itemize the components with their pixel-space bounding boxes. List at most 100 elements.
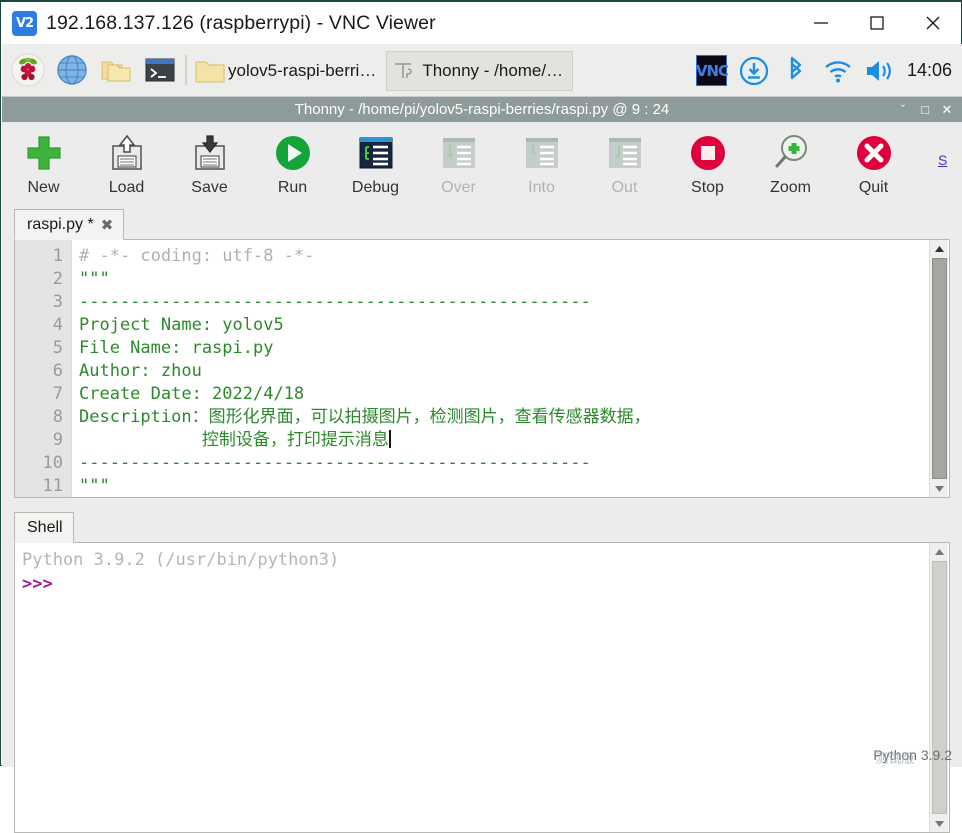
floppy-up-icon <box>103 129 151 177</box>
line-number: 8 <box>52 407 63 427</box>
code-line: File Name: raspi.py <box>79 338 274 358</box>
debug-button-label: Debug <box>351 179 400 196</box>
save-button[interactable]: Save <box>168 126 251 202</box>
scrollbar-thumb[interactable] <box>931 258 947 479</box>
shell-prompt: >>> <box>22 574 53 594</box>
code-line: Author: zhou <box>79 361 202 381</box>
line-number: 3 <box>52 292 63 312</box>
scroll-down-icon[interactable] <box>930 815 949 832</box>
wifi-icon[interactable] <box>817 44 859 97</box>
scrollbar-track[interactable] <box>930 560 949 815</box>
editor-body: 1 2 3 4 5 6 7 8 9 10 11 # -*- coding: ut… <box>14 240 950 498</box>
quit-button-label: Quit <box>858 179 889 196</box>
shell-body: Python 3.9.2 (/usr/bin/python3) >>> <box>14 543 950 833</box>
stop-button-label: Stop <box>691 179 724 196</box>
plus-icon <box>20 129 68 177</box>
editor-tab-raspi-py[interactable]: raspi.py * ✖ <box>14 209 125 240</box>
vnc-titlebar[interactable]: V2 192.168.137.126 (raspberrypi) - VNC V… <box>1 2 961 44</box>
code-line: Project Name: yolov5 <box>79 315 284 335</box>
task-thonny[interactable]: Thonny - /home/… <box>386 50 574 91</box>
code-line-text: 控制设备，打印提示消息 <box>79 430 389 450</box>
shell-tab[interactable]: Shell <box>14 512 74 543</box>
scroll-up-icon[interactable] <box>930 240 949 257</box>
taskbar-separator <box>185 55 187 85</box>
thonny-window-controls: ˇ □ ✕ <box>892 97 958 122</box>
line-number-gutter: 1 2 3 4 5 6 7 8 9 10 11 <box>15 240 72 497</box>
close-icon[interactable]: ✕ <box>936 97 958 122</box>
code-line: """ <box>79 269 110 289</box>
quit-button[interactable]: Quit <box>832 126 915 202</box>
shell-tab-label: Shell <box>27 518 63 536</box>
line-number: 9 <box>52 430 63 450</box>
line-number: 2 <box>52 269 63 289</box>
task-thonny-label: Thonny - /home/… <box>422 60 564 80</box>
step-over-icon <box>435 129 483 177</box>
editor-vertical-scrollbar[interactable] <box>929 240 948 497</box>
scroll-down-icon[interactable] <box>930 480 949 497</box>
debug-button[interactable]: Debug <box>334 126 417 202</box>
stop-icon <box>684 129 732 177</box>
line-number: 1 <box>52 246 63 266</box>
step-into-button-label: Into <box>528 179 555 196</box>
terminal-icon[interactable] <box>138 44 182 97</box>
thonny-titlebar[interactable]: Thonny - /home/pi/yolov5-raspi-berries/r… <box>2 97 962 122</box>
line-number: 11 <box>42 476 63 496</box>
scroll-up-icon[interactable] <box>930 543 949 560</box>
shell-text-area[interactable]: Python 3.9.2 (/usr/bin/python3) >>> <box>15 543 949 832</box>
run-button[interactable]: Run <box>251 126 334 202</box>
scrollbar-track[interactable] <box>930 257 949 480</box>
file-manager-icon[interactable] <box>94 44 138 97</box>
shell-notebook: Shell Python 3.9.2 (/usr/bin/python3) >>… <box>14 511 950 833</box>
close-icon[interactable]: ✖ <box>101 216 114 234</box>
new-button-label: New <box>27 179 60 196</box>
step-over-button-label: Over <box>441 179 476 196</box>
switch-mode-link[interactable]: S <box>938 152 956 168</box>
load-button-label: Load <box>108 179 145 196</box>
task-file-manager[interactable]: yolov5-raspi-berri… <box>190 51 386 91</box>
debug-icon <box>352 129 400 177</box>
thonny-icon <box>395 62 413 78</box>
maximize-icon[interactable] <box>849 2 905 44</box>
code-line: Description：图形化界面，可以拍摄图片，检测图片，查看传感器数据， <box>79 407 651 427</box>
minimize-icon[interactable] <box>793 2 849 44</box>
desktop-taskbar: yolov5-raspi-berri… Thonny - /home/… VNC <box>2 44 962 97</box>
zoom-button[interactable]: Zoom <box>749 126 832 202</box>
thonny-window-title: Thonny - /home/pi/yolov5-raspi-berries/r… <box>294 101 670 118</box>
thonny-toolbar: New Load Save Run Debug Over Into Out St… <box>2 122 962 204</box>
stop-button[interactable]: Stop <box>666 126 749 202</box>
status-bar: Python 3.9.2 测试版 <box>873 747 952 766</box>
new-button[interactable]: New <box>2 126 85 202</box>
vnc-window-title: 192.168.137.126 (raspberrypi) - VNC View… <box>46 11 436 34</box>
vnc-server-icon[interactable]: VNC <box>691 44 733 97</box>
run-button-label: Run <box>277 179 308 196</box>
step-into-icon <box>518 129 566 177</box>
update-icon[interactable] <box>733 44 775 97</box>
play-icon <box>269 129 317 177</box>
bluetooth-icon[interactable] <box>775 44 817 97</box>
vnc-logo-icon: V2 <box>12 10 37 36</box>
zoom-button-label: Zoom <box>770 179 811 196</box>
close-icon[interactable] <box>905 2 961 44</box>
shade-icon[interactable]: ˇ <box>892 97 914 122</box>
taskbar-clock[interactable]: 14:06 <box>907 60 952 81</box>
scrollbar-thumb[interactable] <box>931 561 947 814</box>
step-out-button[interactable]: Out <box>583 126 666 202</box>
volume-icon[interactable] <box>859 44 901 97</box>
web-browser-icon[interactable] <box>50 44 94 97</box>
line-number: 6 <box>52 361 63 381</box>
editor-notebook: raspi.py * ✖ 1 2 3 4 5 6 7 8 9 10 11 # -… <box>14 208 950 498</box>
folder-icon <box>195 61 225 82</box>
line-number: 4 <box>52 315 63 335</box>
step-over-button[interactable]: Over <box>417 126 500 202</box>
raspberry-menu-icon[interactable] <box>6 44 50 97</box>
load-button[interactable]: Load <box>85 126 168 202</box>
code-text-area[interactable]: # -*- coding: utf-8 -*- """ ------------… <box>72 240 949 497</box>
shell-vertical-scrollbar[interactable] <box>929 543 948 832</box>
step-out-icon <box>601 129 649 177</box>
shell-tab-row: Shell <box>14 511 950 543</box>
quit-x-icon <box>850 129 898 177</box>
editor-tab-row: raspi.py * ✖ <box>14 208 950 240</box>
step-into-button[interactable]: Into <box>500 126 583 202</box>
text-caret <box>388 430 391 448</box>
maximize-icon[interactable]: □ <box>914 97 936 122</box>
